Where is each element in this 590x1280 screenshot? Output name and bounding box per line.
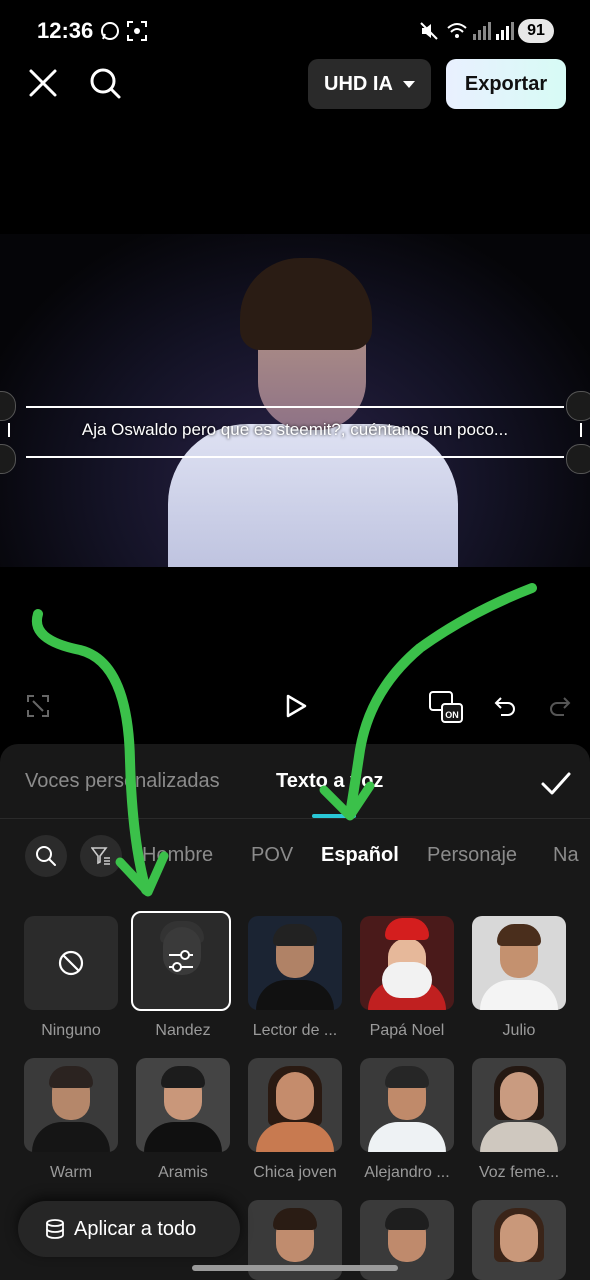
voice-label: Ninguno <box>41 1022 101 1039</box>
voice-label: Papá Noel <box>369 1022 445 1039</box>
edit-handle-icon[interactable] <box>566 391 590 421</box>
avatar-hat <box>385 918 429 940</box>
panel-divider <box>0 818 590 819</box>
voice-label: Aramis <box>158 1164 208 1181</box>
avatar-hair <box>385 1208 429 1230</box>
signal-icon <box>473 22 491 40</box>
voice-panel: Voces personalizadas Texto a voz Hombre … <box>0 744 590 1280</box>
avatar-face <box>500 1072 538 1120</box>
confirm-check-icon[interactable] <box>540 768 572 800</box>
voice-label: Alejandro ... <box>364 1164 450 1181</box>
sliders-icon <box>169 950 193 972</box>
apply-to-all-label: Aplicar a todo <box>74 1218 197 1240</box>
avatar-body <box>480 980 558 1010</box>
search-icon[interactable] <box>86 64 124 102</box>
filter-chip-hombre[interactable]: Hombre <box>142 844 213 867</box>
voice-label: Chica joven <box>253 1164 337 1181</box>
none-icon <box>58 950 84 976</box>
svg-text:ON: ON <box>445 710 459 720</box>
voice-search-button[interactable] <box>25 835 67 877</box>
voice-avatar <box>472 916 566 1010</box>
stack-icon <box>46 1219 64 1239</box>
avatar-body <box>32 1122 110 1152</box>
avatar-body <box>144 1122 222 1152</box>
play-icon[interactable] <box>283 693 309 719</box>
caption-toggle-icon[interactable]: ON <box>428 690 464 724</box>
undo-icon[interactable] <box>493 694 517 718</box>
filter-chip-pov[interactable]: POV <box>251 844 293 867</box>
subtitle-box[interactable]: Aja Oswaldo pero que es steemit?, cuénta… <box>26 406 564 458</box>
avatar-hair <box>161 1066 205 1088</box>
avatar-body <box>368 1122 446 1152</box>
filter-chip-more[interactable]: Na <box>553 844 579 867</box>
handle-bar-left <box>8 423 10 437</box>
voice-avatar <box>248 1058 342 1152</box>
wifi-icon <box>447 23 467 38</box>
whatsapp-icon <box>101 22 119 40</box>
voice-avatar <box>24 1058 118 1152</box>
voice-label: Nandez <box>155 1022 211 1039</box>
home-indicator <box>192 1265 398 1271</box>
voice-thumb-selected <box>131 911 231 1011</box>
voice-avatar <box>360 1058 454 1152</box>
video-preview[interactable]: Aja Oswaldo pero que es steemit?, cuénta… <box>0 234 590 567</box>
avatar-hair <box>497 924 541 946</box>
voice-avatar <box>360 916 454 1010</box>
fullscreen-icon[interactable] <box>26 694 50 718</box>
filter-icon <box>91 847 110 865</box>
apply-to-all-button[interactable]: Aplicar a todo <box>18 1201 240 1257</box>
avatar-body <box>256 1122 334 1152</box>
search-icon <box>36 846 56 866</box>
voice-avatar <box>472 1058 566 1152</box>
signal-icon-2 <box>496 22 514 40</box>
playback-controls: ON <box>0 680 590 736</box>
avatar-beard <box>382 962 432 998</box>
copy-handle-icon[interactable] <box>0 444 16 474</box>
avatar-body <box>256 980 334 1010</box>
avatar-hair <box>385 1066 429 1088</box>
voice-thumb <box>24 916 118 1010</box>
avatar-hair <box>273 1208 317 1230</box>
avatar-body <box>480 1122 558 1152</box>
resize-handle-icon[interactable] <box>566 444 590 474</box>
tab-custom-voices[interactable]: Voces personalizadas <box>25 770 220 793</box>
status-bar: 12:36 91 <box>0 0 590 60</box>
voice-label: Warm <box>49 1164 93 1181</box>
redo-icon[interactable] <box>548 694 572 718</box>
filter-chip-espanol[interactable]: Español <box>321 844 399 867</box>
delete-handle-icon[interactable] <box>0 391 16 421</box>
filter-chip-personaje[interactable]: Personaje <box>427 844 517 867</box>
subtitle-text: Aja Oswaldo pero que es steemit?, cuénta… <box>81 420 509 439</box>
voice-label: Julio <box>502 1022 536 1039</box>
screenshot-icon <box>127 21 147 41</box>
quality-label: UHD IA <box>324 73 393 95</box>
voice-label: Voz feme... <box>478 1164 560 1181</box>
avatar-face <box>500 1214 538 1262</box>
tab-text-to-speech[interactable]: Texto a voz <box>276 770 383 793</box>
status-time: 12:36 <box>37 18 94 43</box>
chevron-down-icon <box>403 81 415 88</box>
avatar-hair <box>49 1066 93 1088</box>
mute-icon <box>420 22 438 40</box>
voice-avatar <box>136 1058 230 1152</box>
voice-label: Lector de ... <box>252 1022 338 1039</box>
avatar-face <box>276 1072 314 1120</box>
export-button[interactable]: Exportar <box>446 59 566 109</box>
handle-bar-right <box>580 423 582 437</box>
voice-avatar <box>472 1200 566 1280</box>
quality-dropdown[interactable]: UHD IA <box>308 59 431 109</box>
video-person-hair <box>240 258 372 350</box>
top-toolbar: UHD IA Exportar <box>0 56 590 112</box>
filter-bar: Hombre POV Español Personaje Na <box>0 832 590 880</box>
voice-filter-button[interactable] <box>80 835 122 877</box>
close-icon[interactable] <box>24 64 62 102</box>
voice-avatar <box>248 916 342 1010</box>
battery-indicator: 91 <box>518 19 554 43</box>
avatar-hair <box>273 924 317 946</box>
